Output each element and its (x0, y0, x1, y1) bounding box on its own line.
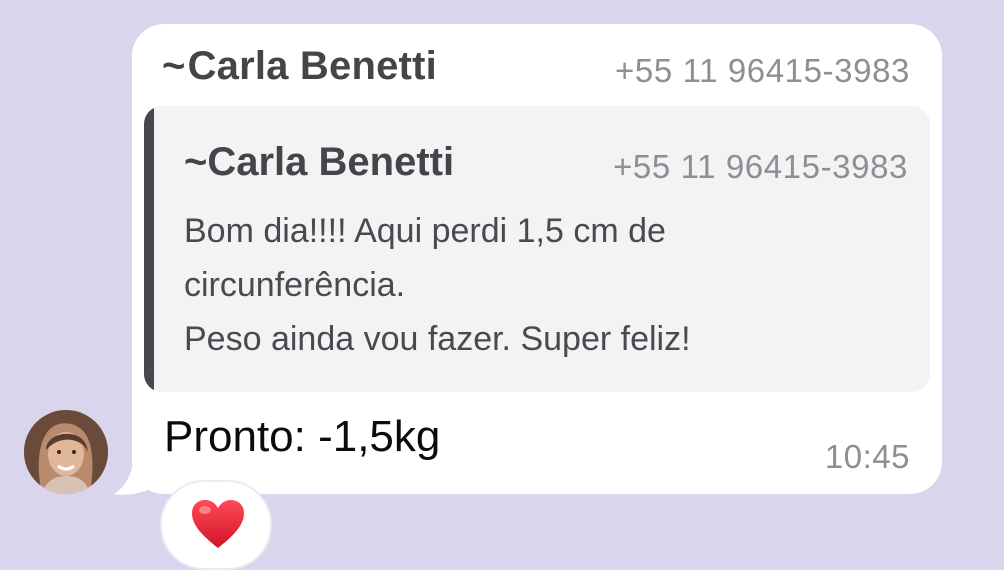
quoted-sender-name-text: Carla Benetti (207, 140, 455, 184)
quoted-line: circunferência. (184, 266, 406, 304)
sender-name-text: Carla Benetti (187, 44, 437, 88)
avatar[interactable] (24, 410, 108, 494)
quote-bar (144, 106, 154, 392)
message-bubble[interactable]: ~Carla Benetti +55 11 96415-3983 ~Carla … (132, 24, 942, 494)
quoted-message[interactable]: ~Carla Benetti +55 11 96415-3983 Bom dia… (144, 106, 930, 392)
sender-phone[interactable]: +55 11 96415-3983 (615, 52, 910, 90)
message-time: 10:45 (824, 438, 910, 475)
quoted-line: Bom dia!!!! Aqui perdi 1,5 cm de (184, 212, 666, 250)
message-text: Pronto: -1,5kg (164, 412, 441, 461)
quoted-sender-name: ~Carla Benetti (184, 140, 454, 185)
quoted-sender-tilde: ~ (184, 140, 208, 184)
quoted-text: Bom dia!!!! Aqui perdi 1,5 cm de circunf… (184, 204, 900, 366)
quoted-sender-phone: +55 11 96415-3983 (613, 148, 908, 185)
reaction-badge[interactable] (160, 480, 272, 570)
sender-name[interactable]: ~Carla Benetti (162, 44, 437, 89)
sender-tilde: ~ (162, 44, 186, 88)
sender-header: ~Carla Benetti +55 11 96415-3983 (162, 44, 910, 92)
quoted-line: Peso ainda vou fazer. Super feliz! (184, 320, 691, 358)
heart-icon (192, 500, 244, 548)
